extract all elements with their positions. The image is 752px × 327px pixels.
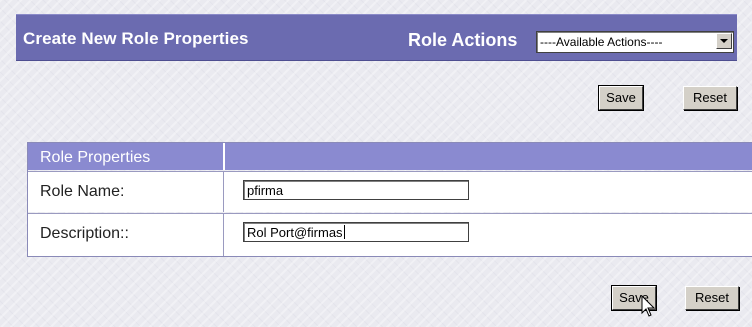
role-actions-label: Role Actions: [408, 30, 518, 50]
page-header: Create New Role Properties Role Actions …: [16, 14, 737, 61]
header-divider: [223, 143, 225, 170]
description-value: Rol Port@firmas: [247, 225, 343, 240]
role-properties-header: Role Properties: [28, 143, 752, 170]
text-caret: [343, 225, 345, 239]
mouse-pointer-icon: [641, 295, 656, 317]
description-label: Description::: [40, 225, 129, 242]
role-properties-table: Role Properties Role Name: pfirma Descri…: [27, 142, 752, 257]
role-actions-select-value: ----Available Actions----: [540, 35, 663, 49]
page-title: Create New Role Properties: [23, 29, 249, 48]
role-properties-title: Role Properties: [40, 149, 151, 166]
reset-button-bottom[interactable]: Reset: [685, 286, 739, 310]
reset-button-top[interactable]: Reset: [683, 86, 737, 110]
table-row-description: Description:: Rol Port@firmas: [28, 213, 752, 256]
table-row-role-name: Role Name: pfirma: [28, 171, 752, 212]
role-name-input[interactable]: pfirma: [243, 180, 469, 200]
description-value-wrap: Rol Port@firmas: [247, 225, 345, 240]
role-name-label: Role Name:: [40, 183, 125, 200]
column-divider: [223, 214, 224, 256]
description-input[interactable]: Rol Port@firmas: [243, 222, 469, 242]
chevron-down-icon[interactable]: [716, 33, 732, 49]
role-actions-select[interactable]: ----Available Actions----: [536, 31, 734, 53]
column-divider: [223, 172, 224, 212]
role-name-value: pfirma: [247, 183, 284, 198]
save-button-top[interactable]: Save: [598, 85, 644, 111]
